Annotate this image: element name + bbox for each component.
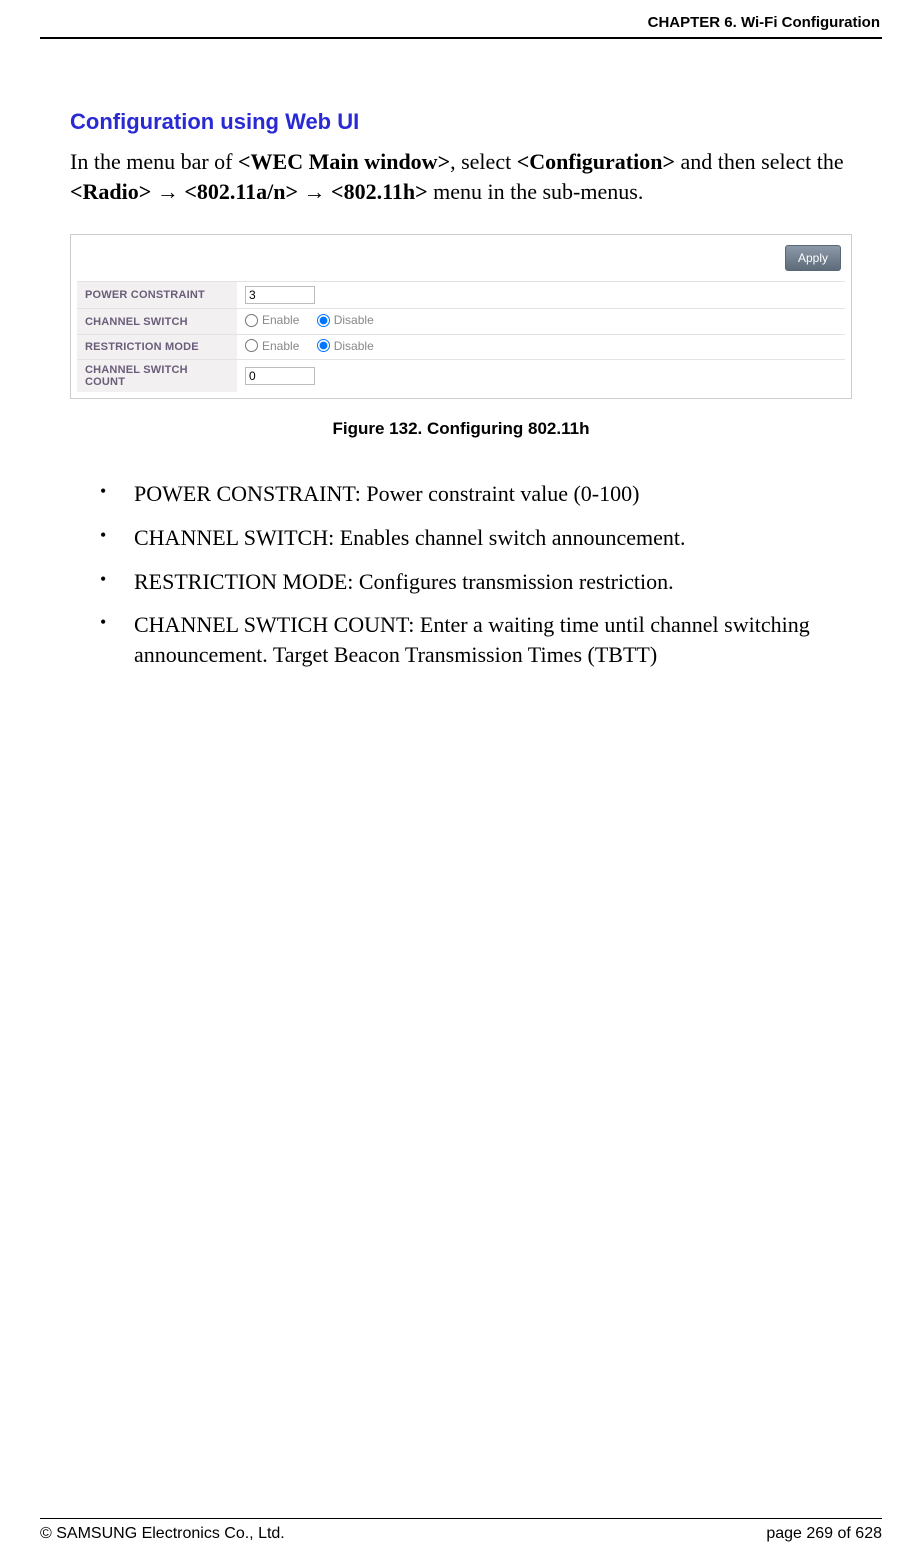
figure-caption: Figure 132. Configuring 802.11h xyxy=(70,419,852,439)
table-row: RESTRICTION MODE Enable Disable xyxy=(77,334,845,360)
radio-label: Enable xyxy=(262,339,299,353)
text: and then select the xyxy=(675,149,844,174)
restriction-mode-enable-radio[interactable] xyxy=(245,339,258,352)
channel-switch-disable-radio[interactable] xyxy=(317,314,330,327)
arrow-icon: → xyxy=(298,179,331,204)
table-row: CHANNEL SWITCH COUNT xyxy=(77,360,845,393)
table-row: POWER CONSTRAINT xyxy=(77,282,845,309)
field-label: CHANNEL SWITCH COUNT xyxy=(77,360,237,393)
text: In the menu bar of xyxy=(70,149,238,174)
footer-rule xyxy=(40,1518,882,1519)
section-title: Configuration using Web UI xyxy=(70,109,852,135)
radio-label: Disable xyxy=(334,339,374,353)
table-row: CHANNEL SWITCH Enable Disable xyxy=(77,309,845,335)
apply-button[interactable]: Apply xyxy=(785,245,841,271)
bold-text: <802.11h> xyxy=(331,179,428,204)
list-item: CHANNEL SWITCH: Enables channel switch a… xyxy=(100,523,852,553)
bullet-list: POWER CONSTRAINT: Power constraint value… xyxy=(70,479,852,669)
text: , select xyxy=(450,149,517,174)
figure-screenshot: Apply POWER CONSTRAINT CHANNEL SWITCH En… xyxy=(70,234,852,399)
channel-switch-count-input[interactable] xyxy=(245,367,315,385)
power-constraint-input[interactable] xyxy=(245,286,315,304)
text: menu in the sub-menus. xyxy=(428,179,644,204)
channel-switch-enable-radio[interactable] xyxy=(245,314,258,327)
config-table: POWER CONSTRAINT CHANNEL SWITCH Enable xyxy=(77,281,845,392)
field-label: RESTRICTION MODE xyxy=(77,334,237,360)
list-item: POWER CONSTRAINT: Power constraint value… xyxy=(100,479,852,509)
page-header: CHAPTER 6. Wi-Fi Configuration xyxy=(40,14,882,37)
page-number: page 269 of 628 xyxy=(766,1525,882,1543)
bold-text: <802.11a/n> xyxy=(184,179,298,204)
radio-label: Disable xyxy=(334,313,374,327)
intro-paragraph: In the menu bar of <WEC Main window>, se… xyxy=(70,147,852,206)
restriction-mode-disable-radio[interactable] xyxy=(317,339,330,352)
field-label: POWER CONSTRAINT xyxy=(77,282,237,309)
copyright-text: © SAMSUNG Electronics Co., Ltd. xyxy=(40,1525,285,1543)
bold-text: <WEC Main window> xyxy=(238,149,450,174)
bold-text: <Configuration> xyxy=(517,149,675,174)
bold-text: <Radio> xyxy=(70,179,151,204)
radio-label: Enable xyxy=(262,313,299,327)
list-item: RESTRICTION MODE: Configures transmissio… xyxy=(100,567,852,597)
field-label: CHANNEL SWITCH xyxy=(77,309,237,335)
arrow-icon: → xyxy=(151,179,184,204)
content-area: Configuration using Web UI In the menu b… xyxy=(40,39,882,670)
list-item: CHANNEL SWTICH COUNT: Enter a waiting ti… xyxy=(100,610,852,669)
page-footer: © SAMSUNG Electronics Co., Ltd. page 269… xyxy=(40,1518,882,1543)
